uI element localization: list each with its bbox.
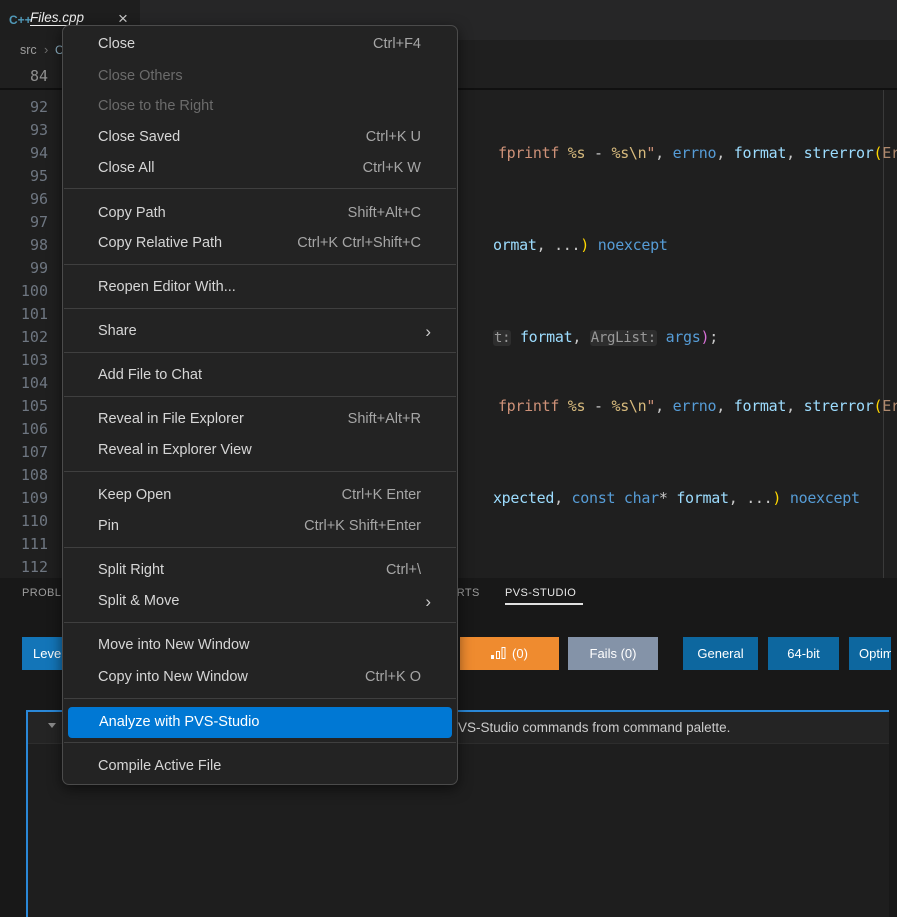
line-number: 99: [0, 257, 48, 280]
line-number: 96: [0, 188, 48, 211]
line-number: 92: [0, 96, 48, 119]
menu-item-reveal-in-file-explorer[interactable]: Reveal in File ExplorerShift+Alt+R: [67, 404, 453, 435]
menu-item-share[interactable]: Share ›: [67, 316, 453, 347]
line-number: 106: [0, 418, 48, 441]
optimization-filter-button[interactable]: Optim: [849, 637, 891, 670]
line-number: 95: [0, 165, 48, 188]
line-number: 101: [0, 303, 48, 326]
line-number: 107: [0, 441, 48, 464]
line-number: 105: [0, 395, 48, 418]
menu-separator: [64, 622, 456, 623]
menu-item-reopen-editor-with[interactable]: Reopen Editor With...: [67, 272, 453, 303]
menu-item-close-all[interactable]: Close AllCtrl+K W: [67, 153, 453, 184]
menu-separator: [64, 471, 456, 472]
menu-separator: [64, 698, 456, 699]
menu-item-copy-into-new-window[interactable]: Copy into New WindowCtrl+K O: [67, 662, 453, 693]
code-line-97[interactable]: ormat, ...) noexcept: [458, 211, 668, 280]
tab-context-menu: CloseCtrl+F4 Close Others Close to the R…: [62, 25, 458, 785]
menu-separator: [64, 308, 456, 309]
menu-item-pin[interactable]: PinCtrl+K Shift+Enter: [67, 511, 453, 542]
histogram-filter-button[interactable]: (0): [460, 637, 559, 670]
line-number: 111: [0, 533, 48, 556]
64bit-filter-button[interactable]: 64-bit: [768, 637, 839, 670]
menu-separator: [64, 188, 456, 189]
sticky-line-number: 84: [0, 64, 48, 88]
menu-item-reveal-in-explorer-view[interactable]: Reveal in Explorer View: [67, 435, 453, 466]
menu-item-close-others: Close Others: [67, 61, 453, 92]
menu-item-close[interactable]: CloseCtrl+F4: [67, 29, 453, 60]
menu-item-copy-path[interactable]: Copy PathShift+Alt+C: [67, 198, 453, 229]
histogram-count: (0): [512, 646, 528, 661]
code-line-108[interactable]: xpected, const char* format, ...) noexce…: [458, 464, 860, 533]
active-tab-underline: [505, 603, 583, 605]
pvs-studio-message: PVS-Studio commands from command palette…: [449, 712, 730, 743]
submenu-chevron-icon: ›: [425, 586, 431, 617]
line-number: 103: [0, 349, 48, 372]
line-number: 102: [0, 326, 48, 349]
menu-separator: [64, 352, 456, 353]
menu-item-close-saved[interactable]: Close SavedCtrl+K U: [67, 122, 453, 153]
line-number: 104: [0, 372, 48, 395]
menu-item-split-right[interactable]: Split RightCtrl+\: [67, 555, 453, 586]
line-number: 112: [0, 556, 48, 579]
code-line-101[interactable]: t: format, ArgList: args);: [458, 303, 718, 373]
menu-separator: [64, 547, 456, 548]
menu-item-move-into-new-window[interactable]: Move into New Window: [67, 630, 453, 661]
menu-item-analyze-with-pvs-studio[interactable]: Analyze with PVS-Studio: [68, 707, 452, 738]
submenu-chevron-icon: ›: [425, 316, 431, 347]
line-number: 109: [0, 487, 48, 510]
menu-item-copy-relative-path[interactable]: Copy Relative PathCtrl+K Ctrl+Shift+C: [67, 228, 453, 259]
line-number: 93: [0, 119, 48, 142]
tab-title: Files.cpp: [30, 10, 84, 25]
code-line-93[interactable]: fprintf %s - %s\n", errno, format, strer…: [463, 119, 897, 188]
line-number: 108: [0, 464, 48, 487]
line-number: 100: [0, 280, 48, 303]
line-number: 94: [0, 142, 48, 165]
sort-arrow-icon: [48, 723, 56, 728]
menu-separator: [64, 396, 456, 397]
cpp-file-icon: C++: [9, 11, 29, 29]
histogram-icon: [491, 638, 506, 670]
code-line-104[interactable]: fprintf %s - %s\n", errno, format, strer…: [463, 372, 897, 441]
line-number: 98: [0, 234, 48, 257]
menu-item-compile-active-file[interactable]: Compile Active File: [67, 751, 453, 782]
menu-item-close-to-the-right: Close to the Right: [67, 91, 453, 122]
line-number: 97: [0, 211, 48, 234]
menu-item-split-and-move[interactable]: Split & Move ›: [67, 586, 453, 617]
breadcrumb-item-src[interactable]: src: [20, 43, 37, 57]
menu-separator: [64, 742, 456, 743]
vscode-window: C++ Files.cpp × src › C 84 92 93 94 95 9…: [0, 0, 897, 917]
menu-item-add-file-to-chat[interactable]: Add File to Chat: [67, 360, 453, 391]
general-filter-button[interactable]: General: [683, 637, 758, 670]
menu-separator: [64, 264, 456, 265]
breadcrumb-chevron-icon: ›: [44, 42, 48, 57]
menu-item-keep-open[interactable]: Keep OpenCtrl+K Enter: [67, 480, 453, 511]
line-number: 110: [0, 510, 48, 533]
fails-filter-button[interactable]: Fails (0): [568, 637, 658, 670]
